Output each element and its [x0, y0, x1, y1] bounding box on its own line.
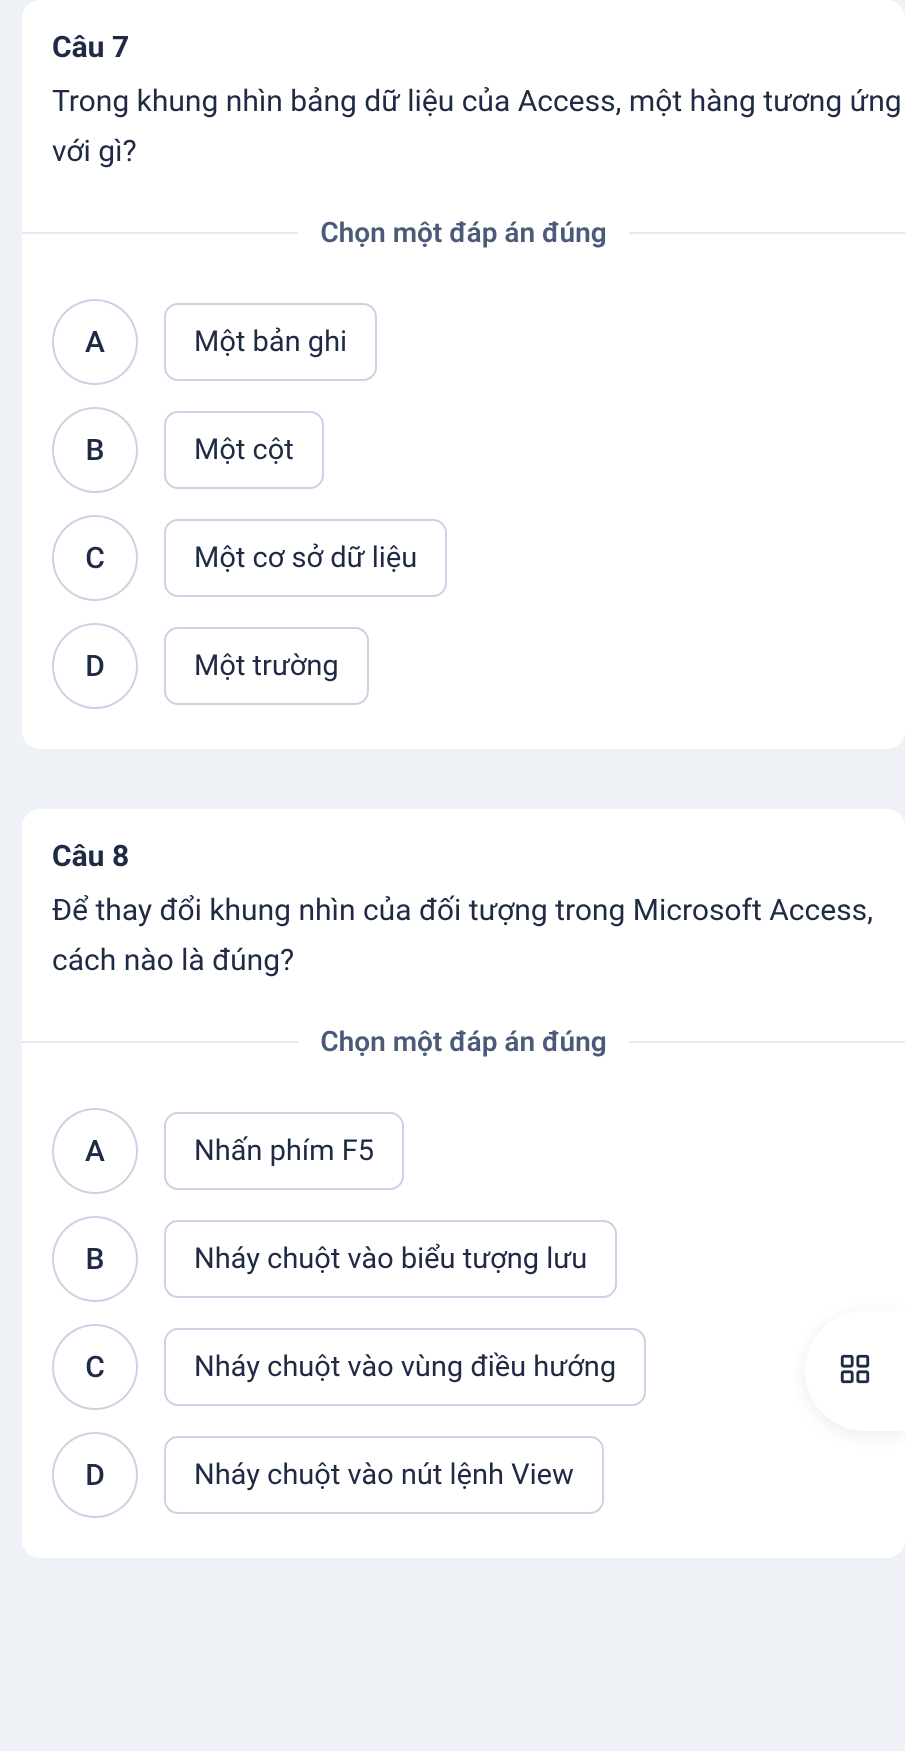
- option-label[interactable]: Một cột: [164, 411, 324, 489]
- option-row[interactable]: B Nháy chuột vào biểu tượng lưu: [52, 1216, 905, 1302]
- question-card-7: Câu 7 Trong khung nhìn bảng dữ liệu của …: [22, 0, 905, 749]
- option-label[interactable]: Nháy chuột vào nút lệnh View: [164, 1436, 604, 1514]
- prompt-label: Chọn một đáp án đúng: [298, 216, 628, 249]
- question-text: Trong khung nhìn bảng dữ liệu của Access…: [52, 77, 905, 176]
- question-title: Câu 8: [52, 839, 905, 874]
- divider-line: [22, 232, 298, 234]
- option-letter[interactable]: D: [52, 623, 138, 709]
- option-label[interactable]: Nhấn phím F5: [164, 1112, 404, 1190]
- option-label[interactable]: Nháy chuột vào biểu tượng lưu: [164, 1220, 617, 1298]
- option-letter[interactable]: D: [52, 1432, 138, 1518]
- option-row[interactable]: C Nháy chuột vào vùng điều hướng: [52, 1324, 905, 1410]
- prompt-divider: Chọn một đáp án đúng: [22, 216, 905, 249]
- option-label[interactable]: Một trường: [164, 627, 369, 705]
- option-row[interactable]: C Một cơ sở dữ liệu: [52, 515, 905, 601]
- question-text: Để thay đổi khung nhìn của đối tượng tro…: [52, 886, 905, 985]
- option-label[interactable]: Một bản ghi: [164, 303, 377, 381]
- option-row[interactable]: A Nhấn phím F5: [52, 1108, 905, 1194]
- prompt-divider: Chọn một đáp án đúng: [22, 1025, 905, 1058]
- option-letter[interactable]: A: [52, 299, 138, 385]
- question-card-8: Câu 8 Để thay đổi khung nhìn của đối tượ…: [22, 809, 905, 1558]
- divider-line: [629, 1041, 905, 1043]
- option-letter[interactable]: A: [52, 1108, 138, 1194]
- options-list: A Nhấn phím F5 B Nháy chuột vào biểu tượ…: [52, 1108, 905, 1518]
- option-letter[interactable]: B: [52, 1216, 138, 1302]
- option-label[interactable]: Nháy chuột vào vùng điều hướng: [164, 1328, 646, 1406]
- divider-line: [22, 1041, 298, 1043]
- option-letter[interactable]: B: [52, 407, 138, 493]
- option-row[interactable]: D Một trường: [52, 623, 905, 709]
- grid-icon: [838, 1352, 872, 1390]
- option-letter[interactable]: C: [52, 1324, 138, 1410]
- option-letter[interactable]: C: [52, 515, 138, 601]
- option-row[interactable]: D Nháy chuột vào nút lệnh View: [52, 1432, 905, 1518]
- options-list: A Một bản ghi B Một cột C Một cơ sở dữ l…: [52, 299, 905, 709]
- prompt-label: Chọn một đáp án đúng: [298, 1025, 628, 1058]
- option-row[interactable]: B Một cột: [52, 407, 905, 493]
- question-title: Câu 7: [52, 30, 905, 65]
- option-label[interactable]: Một cơ sở dữ liệu: [164, 519, 447, 597]
- option-row[interactable]: A Một bản ghi: [52, 299, 905, 385]
- divider-line: [629, 232, 905, 234]
